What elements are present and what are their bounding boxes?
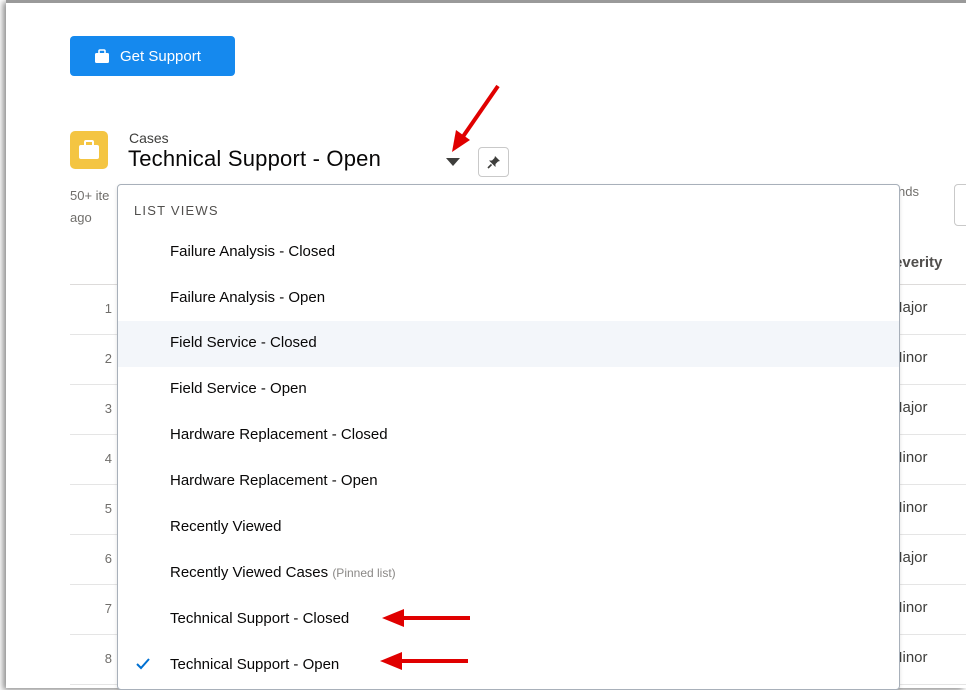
list-view-label: Field Service - Closed — [170, 334, 317, 351]
pinned-list-tag: (Pinned list) — [332, 566, 396, 580]
get-support-button[interactable]: Get Support — [70, 36, 235, 76]
list-view-item[interactable]: Recently Viewed Cases (Pinned list) — [118, 551, 899, 597]
caret-down-icon — [446, 158, 460, 166]
list-view-item[interactable]: Field Service - Closed — [118, 321, 899, 367]
row-number: 4 — [104, 451, 112, 466]
list-view-item[interactable]: Failure Analysis - Closed — [118, 230, 899, 276]
app-window: Get Support Cases Technical Support - Op… — [6, 0, 966, 690]
row-number: 1 — [104, 301, 112, 316]
briefcase-icon — [94, 48, 110, 64]
list-view-label-wrap: Recently Viewed Cases (Pinned list) — [170, 564, 396, 581]
list-view-item-selected[interactable]: Technical Support - Open — [118, 643, 899, 689]
list-view-label: Failure Analysis - Open — [170, 289, 326, 306]
list-view-label: Hardware Replacement - Open — [170, 472, 378, 489]
page-title: Technical Support - Open — [128, 146, 382, 171]
row-number: 6 — [104, 551, 112, 566]
annotation-arrow-caret — [452, 84, 500, 152]
item-count-text: 50+ ite — [70, 188, 110, 203]
list-view-item[interactable]: Field Service - Open — [118, 367, 899, 413]
list-view-label: Recently Viewed Cases — [170, 564, 329, 581]
get-support-label: Get Support — [120, 47, 201, 65]
row-number: 8 — [104, 651, 112, 666]
list-meta: 50+ ite ago — [70, 184, 109, 230]
list-view-label: Field Service - Open — [170, 380, 307, 397]
row-number: 3 — [104, 401, 112, 416]
list-view-label: Failure Analysis - Closed — [170, 243, 336, 260]
row-number: 2 — [104, 351, 112, 366]
case-briefcase-icon — [70, 131, 108, 169]
list-views-header: LIST VIEWS — [134, 203, 219, 218]
list-view-item[interactable]: Failure Analysis - Open — [118, 276, 899, 322]
list-view-item[interactable]: Technical Support - Closed — [118, 597, 899, 643]
check-icon — [135, 657, 151, 675]
list-view-item[interactable]: Hardware Replacement - Closed — [118, 413, 899, 459]
list-view-label: Recently Viewed — [170, 518, 282, 535]
row-number: 7 — [104, 601, 112, 616]
list-view-picker-button[interactable] — [444, 155, 462, 167]
list-views-dropdown: LIST VIEWS Failure Analysis - Closed Fai… — [117, 184, 900, 690]
object-label: Cases — [129, 130, 169, 146]
list-view-item[interactable]: Recently Viewed — [118, 505, 899, 551]
list-view-label: Technical Support - Open — [170, 656, 340, 673]
list-view-item[interactable]: Hardware Replacement - Open — [118, 459, 899, 505]
updated-ago-text: ago — [70, 210, 92, 225]
list-control-button[interactable] — [954, 184, 966, 226]
pin-list-button[interactable] — [478, 147, 509, 177]
list-view-label: Hardware Replacement - Closed — [170, 426, 388, 443]
list-view-label: Technical Support - Closed — [170, 610, 350, 627]
pin-icon — [486, 156, 500, 169]
row-number: 5 — [104, 501, 112, 516]
updated-text-fragment: nds — [898, 184, 919, 199]
